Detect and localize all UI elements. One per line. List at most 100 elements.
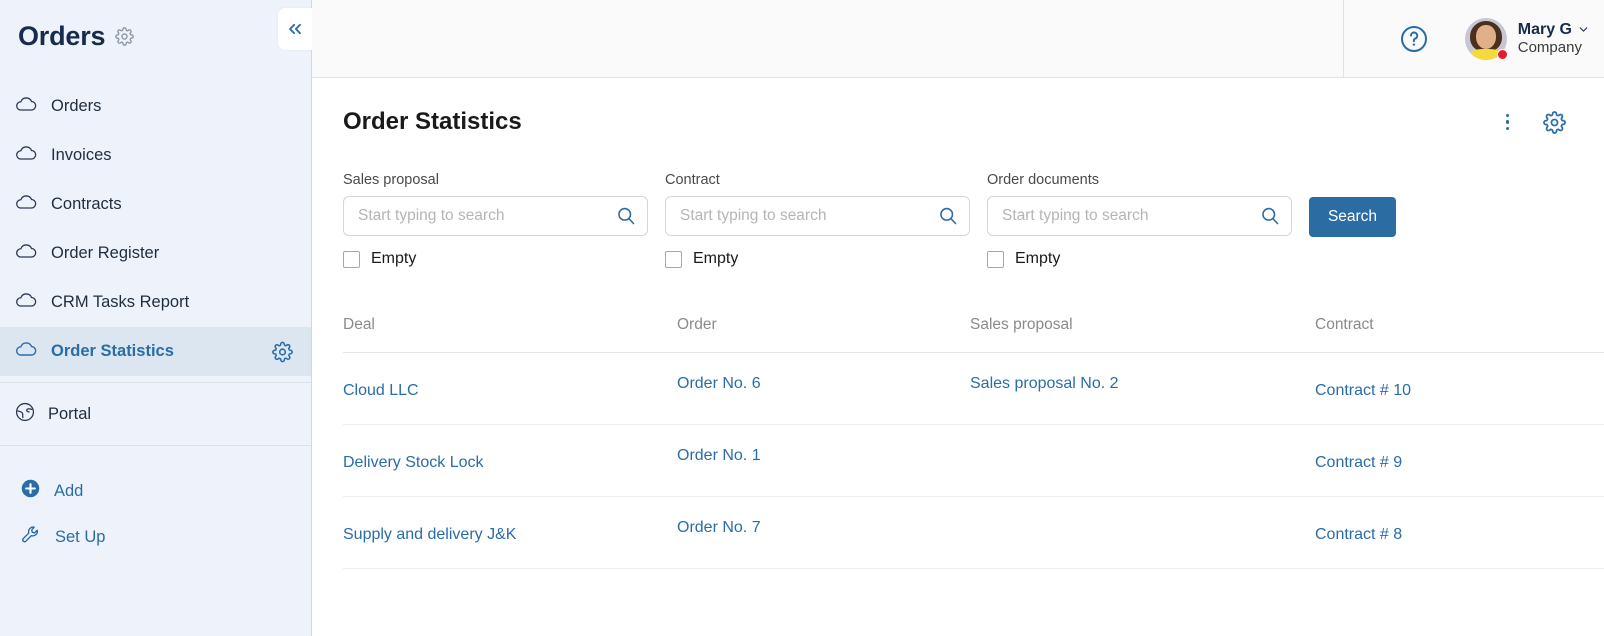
sidebar-item-label: Invoices <box>51 146 112 164</box>
filter-order-documents: Order documents Empty <box>987 172 1309 268</box>
cell-order[interactable]: Order No. 7 <box>677 492 970 563</box>
sidebar: Orders Orders Invoices Contracts Order R… <box>0 0 312 636</box>
user-name: Mary G <box>1517 20 1572 38</box>
sidebar-item-label: Order Register <box>51 244 160 262</box>
user-company: Company <box>1517 39 1582 57</box>
sales-proposal-search-field[interactable] <box>343 196 648 236</box>
avatar-face <box>1475 24 1496 49</box>
sidebar-collapse-button[interactable] <box>278 8 312 50</box>
cell-deal[interactable]: Cloud LLC <box>343 355 677 426</box>
page-header-actions <box>1500 110 1567 135</box>
order-documents-search-input[interactable] <box>1002 207 1259 225</box>
filter-label: Contract <box>665 172 720 188</box>
sidebar-actions: Add Set Up <box>0 452 311 560</box>
cell-order[interactable]: Order No. 6 <box>677 348 970 419</box>
sidebar-header: Orders <box>0 0 311 72</box>
sales-proposal-empty-checkbox-row[interactable]: Empty <box>343 250 665 268</box>
settings-button[interactable] <box>1543 110 1566 134</box>
gear-icon[interactable] <box>115 26 135 46</box>
plus-circle-icon <box>20 478 41 504</box>
cloud-icon <box>14 340 38 363</box>
search-button[interactable]: Search <box>1309 197 1396 237</box>
help-button[interactable] <box>1399 24 1429 54</box>
contract-empty-checkbox-row[interactable]: Empty <box>665 250 987 268</box>
order-documents-empty-checkbox-row[interactable]: Empty <box>987 250 1309 268</box>
cell-sales-proposal <box>970 497 1315 568</box>
filter-label: Order documents <box>987 172 1100 188</box>
add-button[interactable]: Add <box>0 468 311 514</box>
top-bar: Mary G Company <box>312 0 1604 78</box>
cell-contract[interactable]: Contract # 9 <box>1315 427 1604 498</box>
sidebar-divider <box>0 382 311 383</box>
contract-search-field[interactable] <box>665 196 970 236</box>
sales-proposal-empty-checkbox[interactable] <box>343 250 360 268</box>
globe-icon <box>14 401 36 428</box>
search-icon[interactable] <box>615 205 637 227</box>
table-row[interactable]: Delivery Stock Lock Order No. 1 Contract… <box>343 425 1604 497</box>
sidebar-item-orders[interactable]: Orders <box>0 82 311 131</box>
sidebar-item-label: Portal <box>48 404 92 423</box>
search-icon[interactable] <box>937 205 959 227</box>
cell-contract[interactable]: Contract # 10 <box>1315 355 1604 426</box>
sidebar-item-label: Orders <box>51 97 102 115</box>
order-statistics-table: Deal Order Sales proposal Contract Cloud… <box>312 297 1604 569</box>
search-icon[interactable] <box>1259 205 1281 227</box>
sidebar-item-invoices[interactable]: Invoices <box>0 131 311 180</box>
column-header-sales-proposal[interactable]: Sales proposal <box>970 297 1315 352</box>
cell-order[interactable]: Order No. 1 <box>677 420 970 491</box>
more-vertical-icon[interactable] <box>1500 110 1516 135</box>
sidebar-item-crm-tasks-report[interactable]: CRM Tasks Report <box>0 278 311 327</box>
gear-icon[interactable] <box>272 341 293 362</box>
double-chevron-left-icon <box>289 23 301 35</box>
contract-empty-checkbox[interactable] <box>665 250 682 268</box>
cell-deal[interactable]: Supply and delivery J&K <box>343 499 677 570</box>
order-documents-empty-checkbox[interactable] <box>987 250 1004 268</box>
order-documents-search-field[interactable] <box>987 196 1292 236</box>
wrench-icon <box>20 524 42 551</box>
column-header-deal[interactable]: Deal <box>343 297 677 352</box>
add-label: Add <box>54 481 84 500</box>
avatar[interactable] <box>1464 17 1508 60</box>
contract-search-input[interactable] <box>680 207 937 225</box>
table-row[interactable]: Cloud LLC Order No. 6 Sales proposal No.… <box>343 353 1604 425</box>
cloud-icon <box>14 193 38 216</box>
cloud-icon <box>14 242 38 265</box>
sidebar-item-label: Contracts <box>51 195 122 213</box>
filter-sales-proposal: Sales proposal Empty <box>343 172 665 268</box>
cell-sales-proposal <box>970 425 1315 496</box>
table-body: Cloud LLC Order No. 6 Sales proposal No.… <box>343 353 1604 569</box>
sidebar-item-portal[interactable]: Portal <box>0 389 311 439</box>
filter-bar: Sales proposal Empty Contract <box>312 136 1604 268</box>
filter-label: Sales proposal <box>343 172 439 188</box>
page-header: Order Statistics <box>312 78 1604 136</box>
sidebar-item-order-statistics[interactable]: Order Statistics <box>0 327 311 376</box>
column-header-order[interactable]: Order <box>677 297 970 352</box>
page-title: Order Statistics <box>343 108 522 135</box>
main-area: Mary G Company Order Statistics Sales pr… <box>312 0 1604 636</box>
sidebar-divider <box>0 445 311 446</box>
checkbox-label: Empty <box>371 250 417 267</box>
gear-icon <box>1543 110 1566 134</box>
cloud-icon <box>14 291 38 314</box>
user-info: Mary G Company <box>1518 20 1590 58</box>
user-menu[interactable]: Mary G Company <box>1464 17 1604 60</box>
set-up-button[interactable]: Set Up <box>0 514 311 560</box>
checkbox-label: Empty <box>1015 250 1061 267</box>
question-circle-icon <box>1400 25 1427 52</box>
sidebar-item-label: Order Statistics <box>51 342 174 360</box>
cell-sales-proposal[interactable]: Sales proposal No. 2 <box>970 348 1315 419</box>
cell-contract[interactable]: Contract # 8 <box>1315 499 1604 570</box>
column-header-contract[interactable]: Contract <box>1315 297 1604 352</box>
table-header-row: Deal Order Sales proposal Contract <box>343 297 1604 353</box>
cell-deal[interactable]: Delivery Stock Lock <box>343 427 677 498</box>
status-badge <box>1496 48 1508 60</box>
sales-proposal-search-input[interactable] <box>358 207 615 225</box>
sidebar-item-order-register[interactable]: Order Register <box>0 229 311 278</box>
cloud-icon <box>14 95 38 118</box>
sidebar-item-contracts[interactable]: Contracts <box>0 180 311 229</box>
content-area: Order Statistics Sales proposal Start ty… <box>312 78 1604 636</box>
sidebar-item-label: CRM Tasks Report <box>51 293 190 311</box>
sidebar-title: Orders <box>18 20 106 51</box>
table-row[interactable]: Supply and delivery J&K Order No. 7 Cont… <box>343 497 1604 569</box>
checkbox-label: Empty <box>693 250 739 267</box>
